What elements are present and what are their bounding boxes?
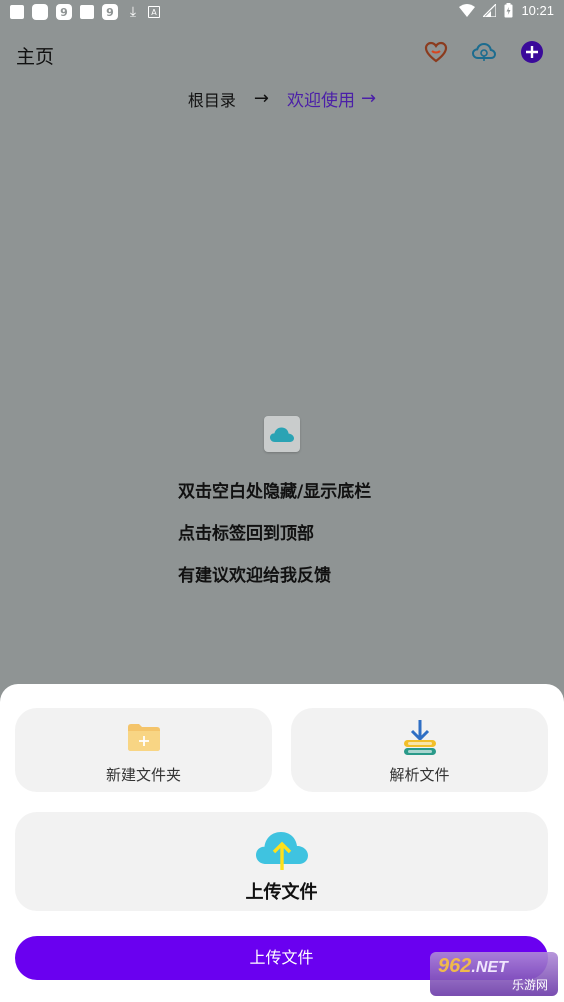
new-folder-button[interactable]: 新建文件夹 — [15, 708, 272, 792]
cloud-sync-button[interactable] — [472, 40, 496, 64]
header-actions — [424, 40, 544, 64]
breadcrumb-separator-icon: → — [253, 88, 269, 109]
tip-item: 双击空白处隐藏/显示底栏 — [178, 482, 372, 502]
new-folder-label: 新建文件夹 — [105, 766, 181, 784]
notification-app-icon — [32, 4, 48, 20]
heart-icon — [424, 41, 448, 63]
notification-nine-icon: 9 — [56, 4, 72, 20]
breadcrumb: 根目录 → 欢迎使用 → — [0, 86, 564, 111]
signal-icon — [483, 4, 497, 17]
usage-tips: 双击空白处隐藏/显示底栏 点击标签回到顶部 有建议欢迎给我反馈 — [178, 482, 478, 608]
app-logo — [264, 416, 300, 452]
notification-nine-icon-2: 9 — [102, 4, 118, 20]
cloud-upload-icon — [255, 832, 308, 870]
status-bar: 9 9 ⤓ A 10:21 — [0, 0, 564, 24]
notification-square-icon-2 — [80, 5, 94, 19]
status-system: 10:21 — [459, 3, 554, 18]
download-icon: ⤓ — [129, 4, 137, 20]
parse-file-label: 解析文件 — [389, 766, 450, 784]
tip-item: 有建议欢迎给我反馈 — [178, 566, 331, 586]
upload-file-card[interactable]: 上传文件 — [15, 812, 548, 911]
watermark-top: 962.NET — [438, 955, 508, 977]
breadcrumb-current-arrow-icon: → — [361, 88, 377, 109]
page-title: 主页 — [16, 46, 55, 68]
parse-file-button[interactable]: 解析文件 — [291, 708, 548, 792]
parse-file-icon — [403, 720, 436, 755]
breadcrumb-current[interactable]: 欢迎使用 — [287, 86, 355, 111]
breadcrumb-root[interactable]: 根目录 — [188, 87, 236, 111]
folder-plus-icon — [127, 724, 160, 751]
site-watermark-logo: 962.NET 乐游网 — [430, 952, 558, 996]
add-button[interactable] — [520, 40, 544, 64]
cloud-sync-icon — [472, 42, 496, 61]
cloud-logo-icon — [270, 427, 294, 442]
notification-square-icon — [10, 5, 24, 19]
upload-file-card-label: 上传文件 — [245, 882, 318, 903]
favorite-heart-button[interactable] — [424, 40, 448, 64]
watermark-bottom: 乐游网 — [511, 978, 548, 992]
status-notifications: 9 9 ⤓ A — [10, 4, 160, 20]
clock: 10:21 — [521, 3, 554, 18]
battery-icon — [504, 3, 513, 18]
plus-circle-icon — [521, 41, 543, 63]
tip-item: 点击标签回到顶部 — [178, 524, 314, 544]
notification-a-icon: A — [148, 6, 160, 18]
wifi-icon — [459, 4, 476, 17]
